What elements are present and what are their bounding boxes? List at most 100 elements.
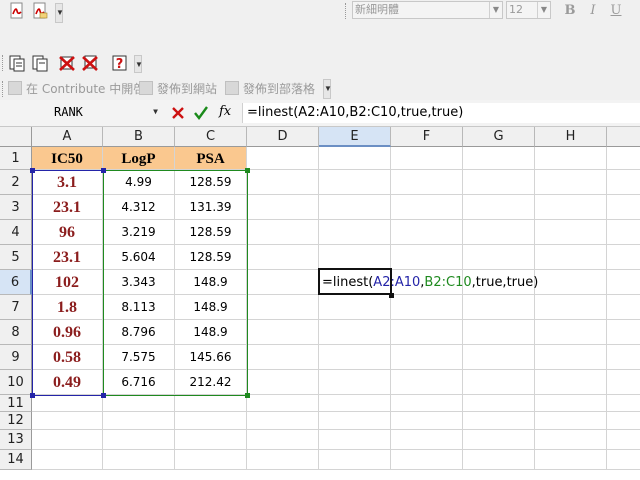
cell-overflow14[interactable] bbox=[607, 450, 640, 470]
cell-b10[interactable]: 6.716 bbox=[103, 370, 175, 395]
cell-g14[interactable] bbox=[463, 450, 535, 470]
cell-e4[interactable] bbox=[319, 220, 391, 245]
cell-d10[interactable] bbox=[247, 370, 319, 395]
cell-c11[interactable] bbox=[175, 395, 247, 412]
cell-b13[interactable] bbox=[103, 430, 175, 450]
cell-overflow1[interactable] bbox=[607, 147, 640, 170]
row-header-2[interactable]: 2 bbox=[0, 170, 32, 195]
formula-input[interactable]: =linest(A2:A10,B2:C10,true,true) bbox=[242, 103, 640, 123]
cell-b5[interactable]: 5.604 bbox=[103, 245, 175, 270]
cell-a5[interactable]: 23.1 bbox=[32, 245, 103, 270]
column-header-c[interactable]: C bbox=[175, 127, 247, 147]
cell-d6[interactable] bbox=[247, 270, 319, 295]
row-header-3[interactable]: 3 bbox=[0, 195, 32, 220]
cell-overflow8[interactable] bbox=[607, 320, 640, 345]
cell-d1[interactable] bbox=[247, 147, 319, 170]
cell-c3[interactable]: 131.39 bbox=[175, 195, 247, 220]
cell-overflow2[interactable] bbox=[607, 170, 640, 195]
cell-e3[interactable] bbox=[319, 195, 391, 220]
active-cell-formula[interactable]: =linest(A2:A10,B2:C10,true,true) bbox=[322, 275, 538, 290]
cell-h13[interactable] bbox=[535, 430, 607, 450]
column-header-b[interactable]: B bbox=[103, 127, 175, 147]
pdf-email-icon[interactable] bbox=[31, 2, 49, 20]
row-header-4[interactable]: 4 bbox=[0, 220, 32, 245]
cell-g7[interactable] bbox=[463, 295, 535, 320]
cell-h11[interactable] bbox=[535, 395, 607, 412]
cell-c14[interactable] bbox=[175, 450, 247, 470]
cell-b4[interactable]: 3.219 bbox=[103, 220, 175, 245]
cell-h8[interactable] bbox=[535, 320, 607, 345]
help-icon[interactable]: ? bbox=[111, 54, 129, 72]
cell-f2[interactable] bbox=[391, 170, 463, 195]
cell-f13[interactable] bbox=[391, 430, 463, 450]
cell-f14[interactable] bbox=[391, 450, 463, 470]
cell-d13[interactable] bbox=[247, 430, 319, 450]
cell-a11[interactable] bbox=[32, 395, 103, 412]
cell-d9[interactable] bbox=[247, 345, 319, 370]
cell-c5[interactable]: 128.59 bbox=[175, 245, 247, 270]
toolbar-options-chevron[interactable]: ▼ bbox=[134, 55, 143, 73]
cell-b2[interactable]: 4.99 bbox=[103, 170, 175, 195]
range-handle[interactable] bbox=[245, 168, 250, 173]
cell-d7[interactable] bbox=[247, 295, 319, 320]
copy-icon[interactable] bbox=[31, 54, 49, 72]
row-header-5[interactable]: 5 bbox=[0, 245, 32, 270]
cell-g2[interactable] bbox=[463, 170, 535, 195]
cell-a6[interactable]: 102 bbox=[32, 270, 103, 295]
cell-e13[interactable] bbox=[319, 430, 391, 450]
fill-handle[interactable] bbox=[389, 293, 394, 298]
cell-h9[interactable] bbox=[535, 345, 607, 370]
insert-function-icon[interactable]: fx bbox=[219, 104, 231, 119]
cell-a14[interactable] bbox=[32, 450, 103, 470]
cell-h6[interactable] bbox=[535, 270, 607, 295]
select-all-corner[interactable] bbox=[0, 127, 32, 147]
cell-c12[interactable] bbox=[175, 412, 247, 430]
cell-e11[interactable] bbox=[319, 395, 391, 412]
cell-b1[interactable]: LogP bbox=[103, 147, 175, 170]
toolbar-grip[interactable] bbox=[345, 3, 348, 19]
cell-b14[interactable] bbox=[103, 450, 175, 470]
toolbar-options-chevron[interactable]: ▼ bbox=[55, 3, 64, 23]
cell-d11[interactable] bbox=[247, 395, 319, 412]
range-handle[interactable] bbox=[30, 168, 35, 173]
cell-h4[interactable] bbox=[535, 220, 607, 245]
cell-c10[interactable]: 212.42 bbox=[175, 370, 247, 395]
cell-overflow10[interactable] bbox=[607, 370, 640, 395]
cell-f7[interactable] bbox=[391, 295, 463, 320]
cell-a10[interactable]: 0.49 bbox=[32, 370, 103, 395]
cell-e12[interactable] bbox=[319, 412, 391, 430]
cell-overflow11[interactable] bbox=[607, 395, 640, 412]
paste-icon[interactable] bbox=[8, 54, 26, 72]
cell-f1[interactable] bbox=[391, 147, 463, 170]
cell-d5[interactable] bbox=[247, 245, 319, 270]
italic-button[interactable]: I bbox=[585, 3, 601, 19]
column-header-d[interactable]: D bbox=[247, 127, 319, 147]
pdf-convert-icon[interactable] bbox=[8, 2, 26, 20]
cell-a7[interactable]: 1.8 bbox=[32, 295, 103, 320]
cell-d4[interactable] bbox=[247, 220, 319, 245]
column-header-g[interactable]: G bbox=[463, 127, 535, 147]
cell-f8[interactable] bbox=[391, 320, 463, 345]
cell-e10[interactable] bbox=[319, 370, 391, 395]
row-header-8[interactable]: 8 bbox=[0, 320, 32, 345]
cell-g13[interactable] bbox=[463, 430, 535, 450]
cell-e8[interactable] bbox=[319, 320, 391, 345]
row-header-7[interactable]: 7 bbox=[0, 295, 32, 320]
cell-g11[interactable] bbox=[463, 395, 535, 412]
cell-overflow3[interactable] bbox=[607, 195, 640, 220]
bold-button[interactable]: B bbox=[562, 3, 578, 19]
cell-b8[interactable]: 8.796 bbox=[103, 320, 175, 345]
cell-c2[interactable]: 128.59 bbox=[175, 170, 247, 195]
contribute-open-button[interactable]: 在 Contribute 中開啓 bbox=[8, 81, 145, 97]
row-header-14[interactable]: 14 bbox=[0, 450, 32, 470]
cell-g1[interactable] bbox=[463, 147, 535, 170]
cell-a3[interactable]: 23.1 bbox=[32, 195, 103, 220]
cell-overflow12[interactable] bbox=[607, 412, 640, 430]
cell-f9[interactable] bbox=[391, 345, 463, 370]
cell-d12[interactable] bbox=[247, 412, 319, 430]
range-handle[interactable] bbox=[245, 393, 250, 398]
column-header-h[interactable]: H bbox=[535, 127, 607, 147]
cell-b3[interactable]: 4.312 bbox=[103, 195, 175, 220]
cell-a1[interactable]: IC50 bbox=[32, 147, 103, 170]
enter-check-icon[interactable] bbox=[194, 105, 208, 121]
